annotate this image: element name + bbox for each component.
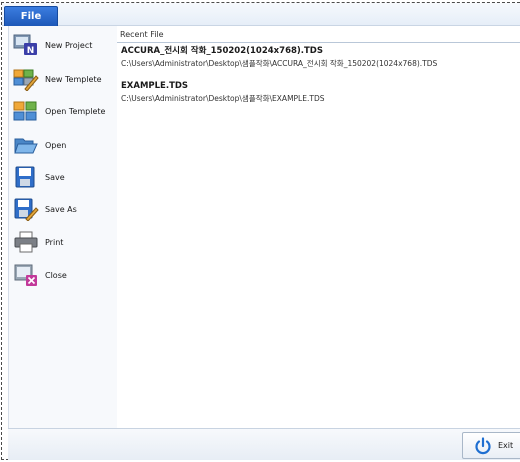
file-menu-sidebar: N New Project New Templete Open Templete bbox=[8, 26, 118, 428]
new-template-button[interactable]: New Templete bbox=[9, 64, 117, 94]
save-as-icon bbox=[14, 198, 39, 221]
save-label: Save bbox=[45, 172, 65, 182]
recent-files-header: Recent File bbox=[120, 30, 164, 39]
new-project-label: New Project bbox=[45, 40, 93, 50]
selection-border-left bbox=[1, 2, 2, 460]
folder-open-icon bbox=[14, 138, 38, 154]
recent-file-name: EXAMPLE.TDS bbox=[121, 81, 189, 91]
title-bar bbox=[2, 3, 520, 26]
new-template-label: New Templete bbox=[45, 74, 102, 84]
recent-file-path: C:\Users\Administrator\Desktop\샘플작화\EXAM… bbox=[121, 94, 325, 103]
svg-text:N: N bbox=[27, 46, 35, 56]
recent-file-name: ACCURA_전시회 작화_150202(1024x768).TDS bbox=[121, 46, 323, 56]
close-label: Close bbox=[45, 270, 67, 280]
close-document-icon bbox=[14, 264, 37, 286]
exit-button[interactable]: Exit bbox=[462, 432, 520, 459]
header-divider bbox=[117, 42, 520, 43]
open-template-button[interactable]: Open Templete bbox=[9, 96, 117, 126]
save-as-label: Save As bbox=[45, 204, 77, 214]
new-project-icon: N bbox=[13, 34, 37, 56]
open-button[interactable]: Open bbox=[9, 130, 117, 160]
footer-bar: Exit bbox=[8, 428, 520, 460]
recent-file-path: C:\Users\Administrator\Desktop\샘플작화\ACCU… bbox=[121, 59, 438, 68]
save-button[interactable]: Save bbox=[9, 162, 117, 192]
new-project-button[interactable]: N New Project bbox=[9, 30, 117, 60]
print-label: Print bbox=[45, 237, 64, 247]
printer-icon bbox=[14, 231, 38, 253]
open-label: Open bbox=[45, 140, 67, 150]
recent-files-panel: Recent File ACCURA_전시회 작화_150202(1024x76… bbox=[117, 26, 520, 428]
save-as-button[interactable]: Save As bbox=[9, 194, 117, 224]
recent-file-item[interactable]: ACCURA_전시회 작화_150202(1024x768).TDS C:\Us… bbox=[121, 46, 520, 69]
print-button[interactable]: Print bbox=[9, 227, 117, 257]
backstage-window: File N New Project New Templete Open Tem… bbox=[0, 0, 520, 462]
save-icon bbox=[15, 166, 35, 188]
recent-file-item[interactable]: EXAMPLE.TDS C:\Users\Administrator\Deskt… bbox=[121, 81, 520, 104]
open-template-label: Open Templete bbox=[45, 106, 106, 116]
power-icon bbox=[475, 436, 491, 454]
close-button[interactable]: Close bbox=[9, 260, 117, 290]
file-tab[interactable]: File bbox=[4, 6, 58, 26]
exit-label: Exit bbox=[498, 441, 514, 450]
new-template-icon bbox=[13, 69, 39, 91]
open-template-icon bbox=[13, 101, 37, 121]
